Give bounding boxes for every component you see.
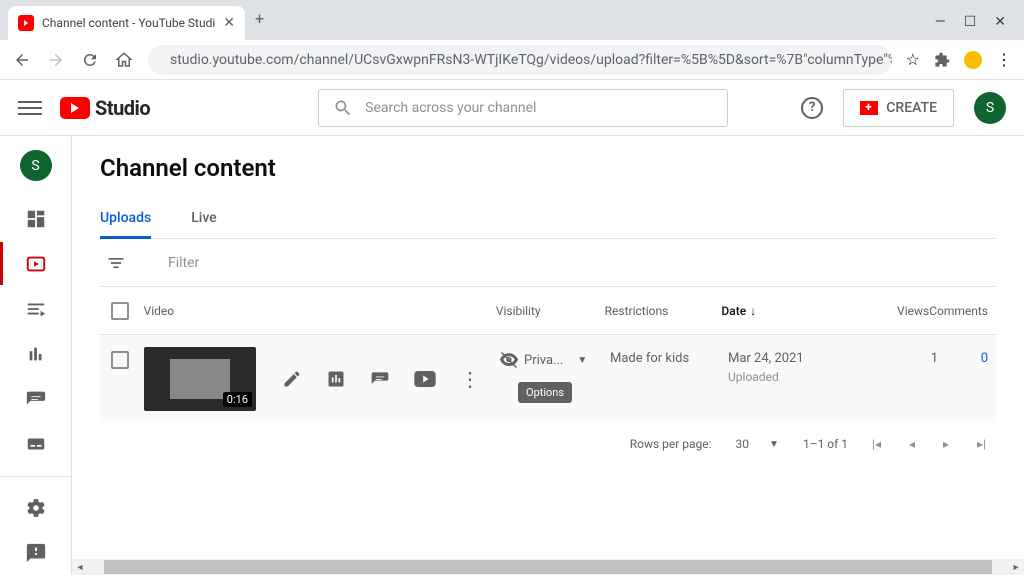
scroll-left-icon[interactable]: ◂ (72, 562, 88, 573)
filter-icon (106, 253, 126, 273)
filter-label: Filter (168, 255, 199, 271)
sidebar-item-playlists[interactable] (0, 287, 71, 330)
content-tabs: Uploads Live (100, 200, 996, 239)
sidebar-item-feedback[interactable] (0, 532, 71, 575)
window-controls: — ☐ ✕ (925, 14, 1016, 40)
table-row[interactable]: 0:16 ⋮ Priva... ▼ Made for kids (100, 335, 996, 423)
edit-icon[interactable] (282, 369, 302, 389)
sidebar-item-analytics[interactable] (0, 333, 71, 376)
search-placeholder: Search across your channel (365, 100, 536, 116)
sort-down-icon: ↓ (750, 304, 756, 318)
sidebar-item-content[interactable] (0, 242, 71, 285)
pagination: Rows per page: 30▼ 1–1 of 1 |◂ ◂ ▸ ▸| (100, 423, 996, 465)
col-visibility: Visibility (496, 304, 605, 318)
minimize-icon[interactable]: — (935, 14, 946, 30)
extensions-icon[interactable] (934, 52, 950, 68)
star-icon[interactable]: ☆ (906, 50, 920, 69)
visibility-cell[interactable]: Priva... ▼ (500, 351, 610, 369)
sidebar-item-comments[interactable] (0, 378, 71, 421)
comments-cell[interactable]: 0 (938, 351, 996, 366)
sidebar-item-subtitles[interactable] (0, 423, 71, 466)
extension-badge-icon[interactable] (964, 51, 982, 69)
new-tab-button[interactable]: + (245, 3, 274, 34)
chevron-down-icon: ▼ (577, 355, 587, 366)
avatar[interactable]: S (974, 92, 1006, 124)
close-icon[interactable]: ✕ (994, 14, 1006, 30)
table-header: Video Visibility Restrictions Date↓ View… (100, 287, 996, 335)
create-video-icon (860, 101, 878, 115)
browser-tab-strip: Channel content - YouTube Studi ✕ + — ☐ … (0, 0, 1024, 40)
private-icon (500, 351, 518, 369)
tab-close-icon[interactable]: ✕ (223, 15, 235, 31)
browser-tab[interactable]: Channel content - YouTube Studi ✕ (8, 6, 245, 40)
filter-bar[interactable]: Filter (100, 239, 996, 287)
sidebar: S (0, 136, 72, 575)
maximize-icon[interactable]: ☐ (964, 14, 977, 30)
main-content: Channel content Uploads Live Filter Vide… (72, 136, 1024, 575)
url-bar[interactable]: studio.youtube.com/channel/UCsvGxwpnFRsN… (148, 45, 892, 75)
first-page-icon[interactable]: |◂ (872, 437, 881, 451)
next-page-icon[interactable]: ▸ (943, 437, 949, 451)
video-duration: 0:16 (223, 392, 252, 407)
channel-avatar[interactable]: S (20, 150, 52, 181)
prev-page-icon[interactable]: ◂ (909, 437, 915, 451)
youtube-logo-icon (60, 97, 90, 119)
forward-icon[interactable] (46, 50, 66, 70)
date-cell: Mar 24, 2021 Uploaded (728, 351, 858, 384)
col-restrictions: Restrictions (605, 304, 722, 318)
rows-per-page-select[interactable]: 30▼ (736, 437, 779, 451)
comments-icon[interactable] (370, 369, 390, 389)
scrollbar-thumb[interactable] (104, 560, 992, 574)
browser-toolbar: studio.youtube.com/channel/UCsvGxwpnFRsN… (0, 40, 1024, 80)
row-checkbox[interactable] (111, 351, 129, 369)
col-comments: Comments (929, 304, 996, 318)
tab-live[interactable]: Live (191, 200, 216, 238)
home-icon[interactable] (114, 50, 134, 70)
chevron-down-icon: ▼ (769, 439, 779, 450)
options-tooltip: Options (518, 382, 572, 403)
youtube-watch-icon[interactable] (414, 371, 436, 387)
last-page-icon[interactable]: ▸| (977, 437, 986, 451)
restrictions-cell: Made for kids (610, 351, 728, 366)
reload-icon[interactable] (80, 50, 100, 70)
video-thumbnail[interactable]: 0:16 (144, 347, 256, 411)
studio-logo[interactable]: Studio (60, 96, 150, 120)
col-views: Views (850, 304, 929, 318)
sidebar-item-dashboard[interactable] (0, 197, 71, 240)
sidebar-item-settings[interactable] (0, 487, 71, 530)
create-label: CREATE (886, 100, 937, 116)
hamburger-icon[interactable] (18, 96, 42, 120)
rows-per-page-label: Rows per page: (630, 437, 712, 451)
search-icon (333, 98, 353, 118)
options-icon[interactable]: ⋮ (460, 367, 480, 391)
app-header: Studio Search across your channel ? CREA… (0, 80, 1024, 136)
scroll-right-icon[interactable]: ▸ (1008, 562, 1024, 573)
tab-title: Channel content - YouTube Studi (42, 16, 215, 30)
page-title: Channel content (100, 154, 996, 182)
col-video: Video (140, 304, 496, 318)
logo-text: Studio (95, 96, 150, 120)
menu-dots-icon[interactable]: ⋮ (996, 50, 1012, 69)
analytics-icon[interactable] (326, 369, 346, 389)
url-text: studio.youtube.com/channel/UCsvGxwpnFRsN… (170, 52, 892, 68)
search-input[interactable]: Search across your channel (318, 89, 728, 127)
create-button[interactable]: CREATE (843, 89, 954, 127)
youtube-favicon (18, 15, 34, 31)
page-range: 1–1 of 1 (803, 437, 848, 451)
col-date[interactable]: Date↓ (721, 304, 850, 318)
tab-uploads[interactable]: Uploads (100, 200, 151, 239)
help-icon[interactable]: ? (801, 97, 823, 119)
select-all-checkbox[interactable] (111, 302, 129, 320)
back-icon[interactable] (12, 50, 32, 70)
horizontal-scrollbar[interactable]: ◂ ▸ (72, 559, 1024, 575)
views-cell: 1 (858, 351, 938, 366)
